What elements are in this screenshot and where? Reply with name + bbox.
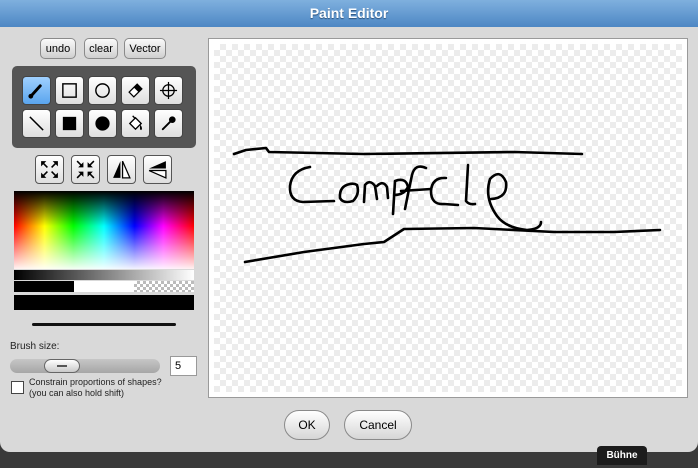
rectangle-outline-icon	[62, 83, 77, 98]
stage-tab[interactable]: Bühne	[597, 446, 647, 465]
letter-e1	[429, 176, 460, 207]
crosshair-icon	[159, 81, 178, 100]
flip-horizontal-icon	[113, 160, 131, 179]
ellipse-outline-icon	[95, 83, 110, 98]
transparent-swatch[interactable]	[134, 281, 194, 292]
brush-icon	[28, 84, 42, 99]
rectangle-tool[interactable]	[55, 76, 84, 105]
filled-rectangle-tool[interactable]	[55, 109, 84, 138]
color-palette[interactable]	[14, 191, 194, 269]
brush-size-field[interactable]: 5	[170, 356, 197, 376]
eraser-icon	[128, 83, 143, 98]
rectangle-filled-icon	[62, 116, 77, 131]
letter-m	[362, 180, 390, 204]
dialog-title: Paint Editor	[0, 0, 698, 27]
constrain-label: Constrain proportions of shapes? (you ca…	[29, 377, 162, 399]
constrain-checkbox[interactable]	[11, 381, 24, 394]
ellipse-tool[interactable]	[88, 76, 117, 105]
brush-tool[interactable]	[22, 76, 51, 105]
undo-button[interactable]: undo	[40, 38, 76, 59]
letter-l	[464, 163, 477, 206]
filled-ellipse-tool[interactable]	[88, 109, 117, 138]
letter-f	[399, 165, 433, 211]
letter-c	[288, 165, 336, 204]
paint-bucket-icon	[128, 115, 143, 131]
cancel-button[interactable]: Cancel	[344, 410, 412, 440]
flip-vertical-icon	[148, 161, 167, 179]
tool-palette	[12, 66, 196, 148]
constrain-label-line1: Constrain proportions of shapes?	[29, 377, 162, 387]
grayscale-palette[interactable]	[14, 270, 194, 280]
transparency-palette[interactable]	[14, 281, 194, 292]
brush-size-preview	[32, 323, 176, 326]
flip-vertical-button[interactable]	[143, 155, 172, 184]
line-icon	[29, 116, 44, 131]
white-swatch[interactable]	[74, 281, 134, 292]
top-stroke	[232, 146, 584, 156]
vector-button[interactable]: Vector	[124, 38, 166, 59]
brush-size-slider[interactable]	[10, 359, 160, 373]
rotation-center-tool[interactable]	[154, 76, 183, 105]
drawing-canvas[interactable]	[214, 44, 682, 392]
letter-e2	[486, 172, 543, 232]
shrink-icon	[76, 160, 95, 179]
bottom-stroke	[243, 226, 662, 264]
slider-thumb[interactable]	[44, 359, 80, 373]
ok-button[interactable]: OK	[284, 410, 330, 440]
grow-icon	[41, 161, 58, 178]
ellipse-filled-icon	[95, 116, 110, 131]
letter-o	[338, 182, 360, 204]
clear-button[interactable]: clear	[84, 38, 118, 59]
shrink-button[interactable]	[71, 155, 100, 184]
paint-bucket-tool[interactable]	[121, 109, 150, 138]
grow-button[interactable]	[35, 155, 64, 184]
brush-size-label: Brush size:	[10, 341, 60, 352]
black-swatch[interactable]	[14, 281, 74, 292]
line-tool[interactable]	[22, 109, 51, 138]
eyedropper-icon	[161, 116, 176, 131]
eraser-tool[interactable]	[121, 76, 150, 105]
current-color-swatch	[14, 295, 194, 310]
canvas-frame	[208, 38, 688, 398]
flip-horizontal-button[interactable]	[107, 155, 136, 184]
paint-editor-dialog: Paint Editor undo clear Vector Brush siz…	[0, 0, 698, 452]
eyedropper-tool[interactable]	[154, 109, 183, 138]
constrain-label-line2: (you can also hold shift)	[29, 388, 125, 398]
drawing-strokes	[232, 146, 662, 264]
